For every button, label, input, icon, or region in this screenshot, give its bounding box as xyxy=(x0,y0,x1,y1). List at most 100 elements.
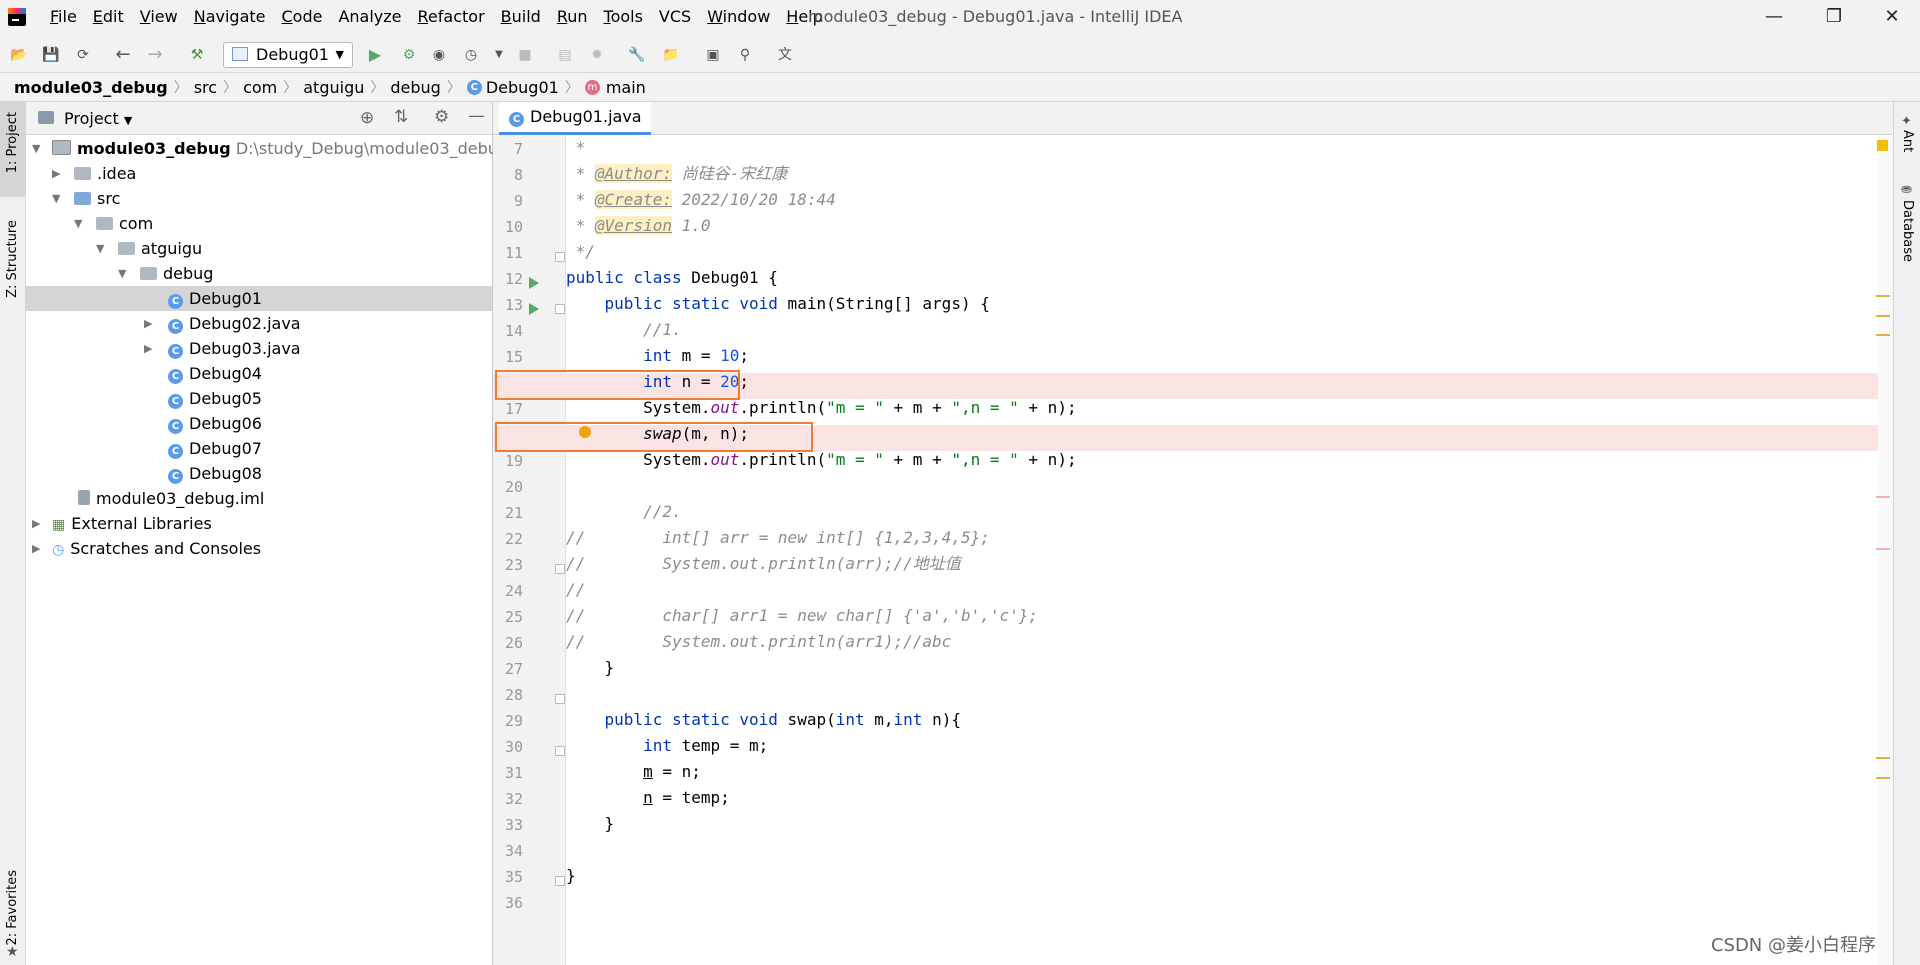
breadcrumb-atguigu[interactable]: atguigu xyxy=(303,78,364,97)
menu-file[interactable]: File xyxy=(42,6,85,28)
tree-item-debug05[interactable]: C Debug05 xyxy=(26,386,492,411)
collapse-all-icon[interactable]: ⇅ xyxy=(394,107,408,127)
favorites-tool-label[interactable]: 2: Favorites xyxy=(5,870,20,946)
tab-debug01-java[interactable]: CDebug01.java ✕ xyxy=(499,102,651,156)
fold-marker-icon[interactable] xyxy=(555,252,565,262)
tree-item-module-root[interactable]: ▼ module03_debug D:\study_Debug\module03… xyxy=(26,136,508,161)
tree-item-debug02[interactable]: ▶ C Debug02.java xyxy=(26,311,492,336)
fold-marker-icon[interactable] xyxy=(555,876,565,886)
menu-refactor[interactable]: Refactor xyxy=(410,6,493,28)
breakpoint-stripe-mark[interactable] xyxy=(1876,496,1890,498)
chevron-down-icon[interactable]: ▼ xyxy=(490,46,508,64)
tree-item-debug[interactable]: ▼ debug xyxy=(26,261,492,286)
back-arrow-icon[interactable]: ← xyxy=(114,46,132,64)
tree-item-scratches[interactable]: ▶ ◷ Scratches and Consoles xyxy=(26,536,492,561)
fold-marker-icon[interactable] xyxy=(555,564,565,574)
tree-item-debug04[interactable]: C Debug04 xyxy=(26,361,492,386)
tree-item-debug01[interactable]: C Debug01 xyxy=(26,286,492,311)
chevron-right-icon[interactable]: ▶ xyxy=(144,336,152,361)
breadcrumb-debug[interactable]: debug xyxy=(390,78,440,97)
star-icon[interactable]: ★ xyxy=(6,944,19,960)
warning-indicator-icon[interactable] xyxy=(1877,140,1888,151)
tree-item-atguigu[interactable]: ▼ atguigu xyxy=(26,236,492,261)
error-stripe-mark[interactable] xyxy=(1876,334,1890,336)
minimize-button[interactable]: — xyxy=(1754,4,1794,30)
menu-build[interactable]: Build xyxy=(493,6,549,28)
error-stripe-mark[interactable] xyxy=(1876,777,1890,779)
settings-small-icon[interactable]: ✹ xyxy=(588,46,606,64)
close-button[interactable]: ✕ xyxy=(1872,4,1912,30)
breadcrumb-module[interactable]: module03_debug xyxy=(14,78,168,97)
tree-item-debug06[interactable]: C Debug06 xyxy=(26,411,492,436)
run-main-gutter-icon[interactable] xyxy=(529,303,539,315)
chevron-right-icon[interactable]: ▶ xyxy=(52,161,60,186)
stop-icon[interactable]: ■ xyxy=(516,46,534,64)
chevron-down-icon[interactable]: ▼ xyxy=(74,211,82,236)
tree-item-idea[interactable]: ▶ .idea xyxy=(26,161,492,186)
project-structure-icon[interactable]: 📁 xyxy=(662,46,680,64)
tree-item-com[interactable]: ▼ com xyxy=(26,211,492,236)
gear-icon[interactable]: ⚙ xyxy=(434,107,449,127)
error-stripe-mark[interactable] xyxy=(1876,315,1890,317)
search-icon[interactable]: ⚲ xyxy=(736,46,754,64)
debug-bug-icon[interactable]: ⚙ xyxy=(400,46,418,64)
locate-crosshair-icon[interactable]: ⊕ xyxy=(360,108,374,128)
menu-vcs[interactable]: VCS xyxy=(651,6,699,28)
error-stripe-mark[interactable] xyxy=(1876,295,1890,297)
menu-window[interactable]: Window xyxy=(699,6,778,28)
menu-analyze[interactable]: Analyze xyxy=(330,6,409,28)
forward-arrow-icon[interactable]: → xyxy=(146,46,164,64)
chevron-down-icon[interactable]: ▼ xyxy=(96,236,104,261)
project-tool-label[interactable]: 1: Project xyxy=(5,112,20,173)
chevron-down-icon[interactable]: ▼ xyxy=(52,186,60,211)
translate-icon[interactable]: 文 xyxy=(776,46,794,64)
tree-item-src[interactable]: ▼ src xyxy=(26,186,492,211)
menu-edit[interactable]: Edit xyxy=(85,6,132,28)
tree-item-debug08[interactable]: C Debug08 xyxy=(26,461,492,486)
profile-icon[interactable]: ◷ xyxy=(462,46,480,64)
chevron-down-icon[interactable]: ▼ xyxy=(32,136,40,161)
project-panel-title[interactable]: Project ▼ xyxy=(64,109,132,128)
fold-marker-icon[interactable] xyxy=(555,304,565,314)
open-folder-icon[interactable]: 📂 xyxy=(10,46,28,64)
database-tool-label[interactable]: Database xyxy=(1900,200,1915,262)
breadcrumb-class[interactable]: Debug01 xyxy=(486,78,559,97)
sync-icon[interactable]: ⟳ xyxy=(74,46,92,64)
attach-debugger-icon[interactable]: ▤ xyxy=(556,46,574,64)
wrench-icon[interactable]: 🔧 xyxy=(628,46,646,64)
fold-marker-icon[interactable] xyxy=(555,694,565,704)
menu-navigate[interactable]: Navigate xyxy=(186,6,274,28)
menu-code[interactable]: Code xyxy=(274,6,331,28)
breakpoint-stripe-mark[interactable] xyxy=(1876,548,1890,550)
database-icon[interactable]: ⛂ xyxy=(1901,182,1912,197)
tree-item-external-libraries[interactable]: ▶ ▦ External Libraries xyxy=(26,511,492,536)
tree-item-debug07[interactable]: C Debug07 xyxy=(26,436,492,461)
build-hammer-icon[interactable]: ⚒ xyxy=(188,46,206,64)
breadcrumb-method[interactable]: main xyxy=(606,78,646,97)
save-icon[interactable]: 💾 xyxy=(42,46,60,64)
chevron-right-icon[interactable]: ▶ xyxy=(32,511,40,536)
run-configuration-select[interactable]: Debug01 ▼ xyxy=(223,42,353,68)
restore-button[interactable]: ❐ xyxy=(1814,4,1854,30)
run-class-gutter-icon[interactable] xyxy=(529,277,539,289)
breadcrumb-src[interactable]: src xyxy=(194,78,217,97)
tree-item-debug03[interactable]: ▶ C Debug03.java xyxy=(26,336,492,361)
coverage-icon[interactable]: ◉ xyxy=(430,46,448,64)
menu-view[interactable]: View xyxy=(132,6,186,28)
hide-minimize-icon[interactable]: — xyxy=(468,106,485,126)
editor-scrollbar[interactable] xyxy=(1878,135,1892,965)
ant-icon[interactable]: ✦ xyxy=(1901,114,1912,129)
error-stripe-mark[interactable] xyxy=(1876,757,1890,759)
terminal-icon[interactable]: ▣ xyxy=(704,46,722,64)
run-icon[interactable]: ▶ xyxy=(366,46,384,64)
chevron-right-icon[interactable]: ▶ xyxy=(32,536,40,561)
chevron-right-icon[interactable]: ▶ xyxy=(144,311,152,336)
ant-tool-label[interactable]: Ant xyxy=(1900,130,1915,152)
chevron-down-icon[interactable]: ▼ xyxy=(118,261,126,286)
structure-tool-label[interactable]: Z: Structure xyxy=(5,220,20,298)
menu-tools[interactable]: Tools xyxy=(596,6,651,28)
tree-item-iml[interactable]: module03_debug.iml xyxy=(26,486,492,511)
code-area[interactable]: * * @Author: 尚硅谷-宋红康 * @Create: 2022/10/… xyxy=(493,135,1892,965)
fold-marker-icon[interactable] xyxy=(555,746,565,756)
menu-run[interactable]: Run xyxy=(549,6,596,28)
